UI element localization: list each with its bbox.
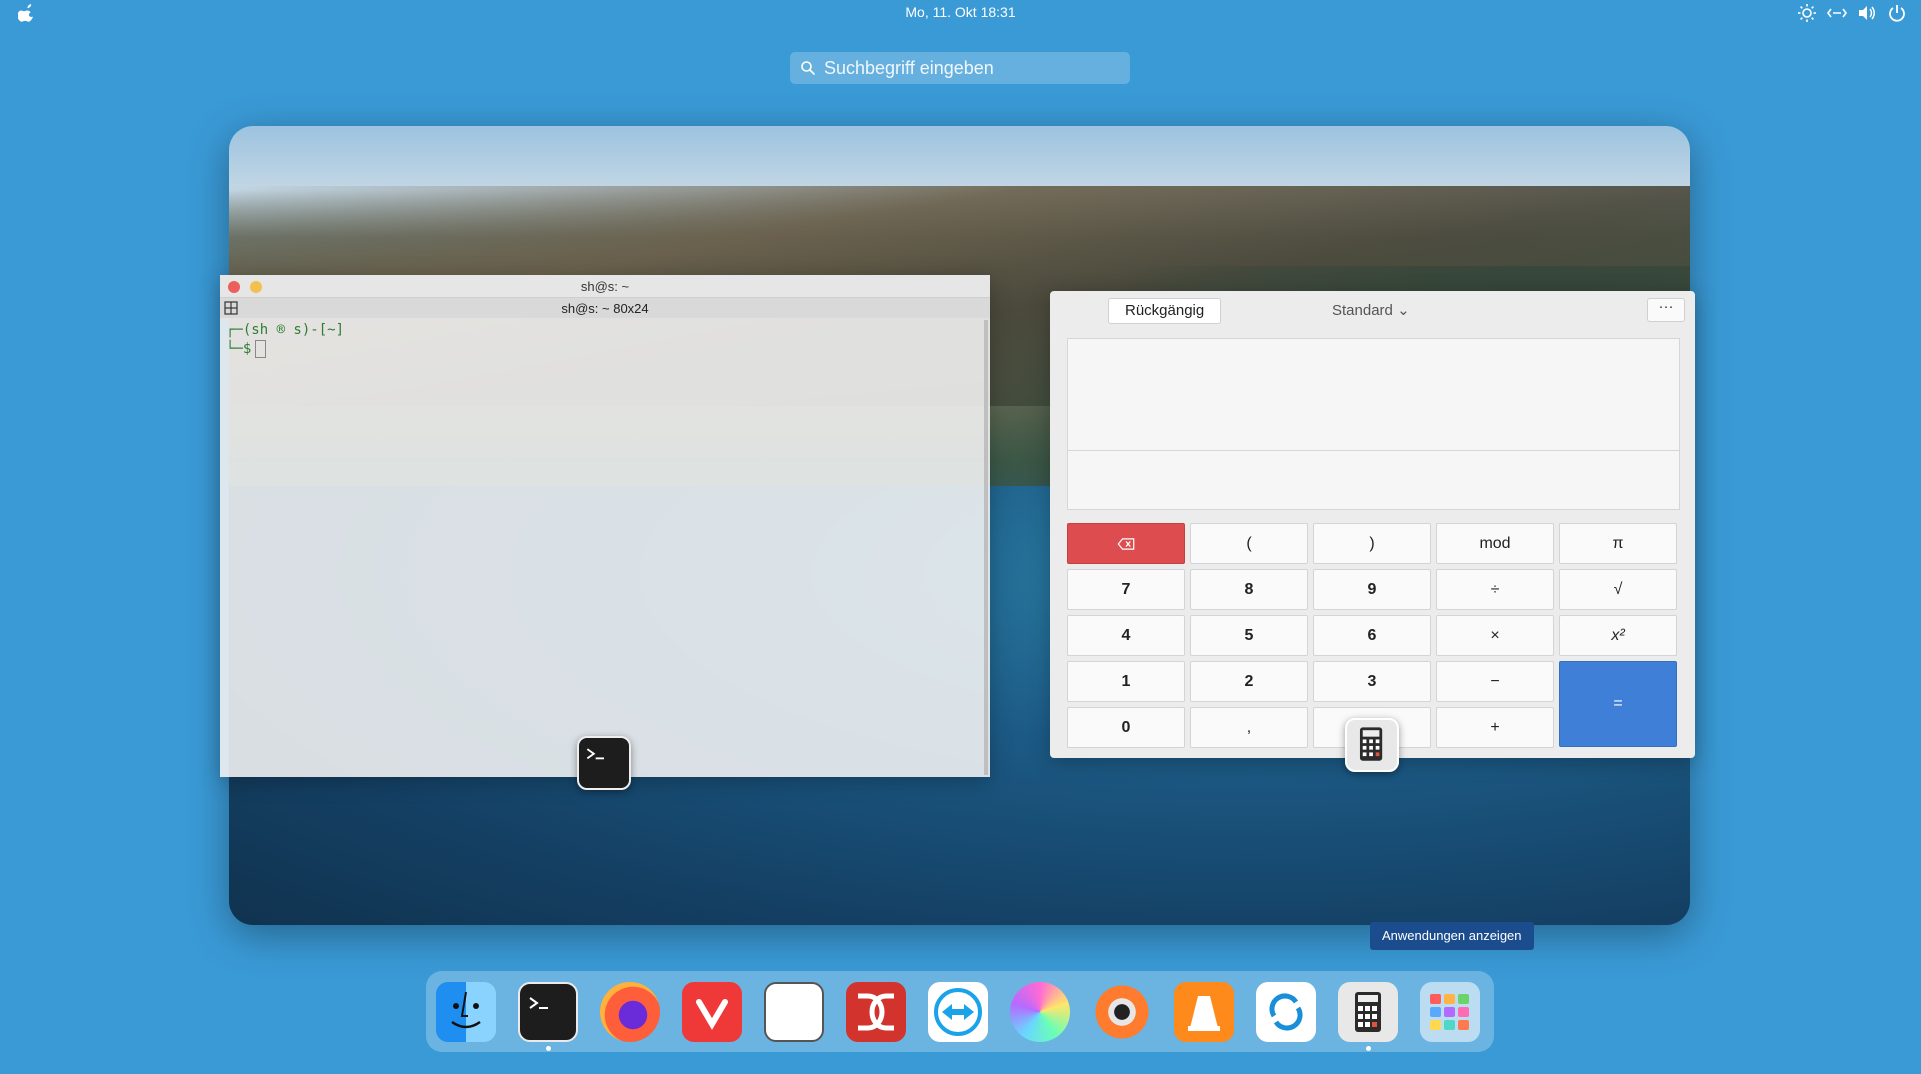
vlc-icon[interactable]: [1174, 982, 1234, 1042]
chevron-down-icon: ⌄: [1397, 302, 1410, 319]
color-picker-icon[interactable]: [1010, 982, 1070, 1042]
dock: [426, 971, 1494, 1052]
mode-selector[interactable]: Standard ⌄: [1332, 301, 1410, 319]
top-bar: Mo, 11. Okt 18:31: [0, 0, 1921, 26]
backspace-icon: [1117, 538, 1135, 550]
key-mod[interactable]: mod: [1436, 523, 1554, 564]
key-subtract[interactable]: −: [1436, 661, 1554, 702]
key-7[interactable]: 7: [1067, 569, 1185, 610]
terminal-icon[interactable]: [518, 982, 578, 1042]
key-sqrt[interactable]: √: [1559, 569, 1677, 610]
double-commander-icon[interactable]: [846, 982, 906, 1042]
calculator-window-badge-icon[interactable]: [1345, 718, 1399, 772]
prompt-line-2: └─$: [226, 340, 984, 358]
key-comma[interactable]: ,: [1190, 707, 1308, 748]
terminal-running-indicator: [546, 1046, 551, 1051]
terminal-window[interactable]: sh@s: ~ sh@s: ~ 80x24 ┌─(sh ® s)-[~] └─$: [220, 275, 990, 777]
xnview-icon[interactable]: [1092, 982, 1152, 1042]
terminal-title: sh@s: ~: [580, 279, 630, 294]
firefox-icon[interactable]: [600, 982, 660, 1042]
sync-icon[interactable]: [1256, 982, 1316, 1042]
teamviewer-icon[interactable]: [928, 982, 988, 1042]
system-tray: [1797, 3, 1907, 23]
finder-icon[interactable]: [436, 982, 496, 1042]
text-cursor: [255, 340, 267, 358]
search-icon: [801, 61, 816, 76]
key-2[interactable]: 2: [1190, 661, 1308, 702]
key-open-paren[interactable]: (: [1190, 523, 1308, 564]
calculator-running-indicator: [1366, 1046, 1371, 1051]
key-6[interactable]: 6: [1313, 615, 1431, 656]
key-9[interactable]: 9: [1313, 569, 1431, 610]
clock[interactable]: Mo, 11. Okt 18:31: [0, 4, 1921, 20]
text-editor-icon[interactable]: [764, 982, 824, 1042]
search-input[interactable]: Suchbegriff eingeben: [790, 52, 1130, 84]
tooltip: Anwendungen anzeigen: [1370, 922, 1534, 950]
calculator-icon[interactable]: [1338, 982, 1398, 1042]
menu-button[interactable]: ···: [1647, 298, 1685, 322]
key-1[interactable]: 1: [1067, 661, 1185, 702]
key-divide[interactable]: ÷: [1436, 569, 1554, 610]
key-multiply[interactable]: ×: [1436, 615, 1554, 656]
mode-label: Standard: [1332, 302, 1393, 319]
key-8[interactable]: 8: [1190, 569, 1308, 610]
terminal-window-badge-icon[interactable]: [577, 736, 631, 790]
key-3[interactable]: 3: [1313, 661, 1431, 702]
terminal-scrollbar[interactable]: [984, 320, 988, 775]
prompt-symbol: └─$: [226, 341, 252, 357]
power-icon[interactable]: [1887, 3, 1907, 23]
key-4[interactable]: 4: [1067, 615, 1185, 656]
vivaldi-icon[interactable]: [682, 982, 742, 1042]
key-add[interactable]: +: [1436, 707, 1554, 748]
calculator-header[interactable]: Rückgängig Standard ⌄ ···: [1050, 291, 1695, 327]
key-pi[interactable]: π: [1559, 523, 1677, 564]
calculator-display: [1067, 338, 1680, 510]
volume-icon[interactable]: [1857, 3, 1877, 23]
terminal-tab-title: sh@s: ~ 80x24: [561, 301, 649, 316]
key-0[interactable]: 0: [1067, 707, 1185, 748]
calculator-window[interactable]: Rückgängig Standard ⌄ ··· ( ) mod π 7 8 …: [1050, 291, 1695, 758]
terminal-titlebar[interactable]: sh@s: ~: [220, 275, 990, 297]
prompt-line-1: ┌─(sh ® s)-[~]: [226, 322, 345, 338]
app-launcher-icon[interactable]: [1420, 982, 1480, 1042]
key-5[interactable]: 5: [1190, 615, 1308, 656]
network-icon[interactable]: [1827, 3, 1847, 23]
backspace-button[interactable]: [1067, 523, 1185, 564]
key-equals[interactable]: =: [1559, 661, 1677, 747]
key-square[interactable]: x²: [1559, 615, 1677, 656]
brightness-icon[interactable]: [1797, 3, 1817, 23]
display-divider: [1068, 450, 1679, 451]
terminal-tab[interactable]: sh@s: ~ 80x24: [220, 297, 990, 318]
undo-button[interactable]: Rückgängig: [1108, 298, 1222, 324]
key-close-paren[interactable]: ): [1313, 523, 1431, 564]
search-placeholder: Suchbegriff eingeben: [824, 57, 994, 78]
terminal-content[interactable]: ┌─(sh ® s)-[~] └─$: [220, 318, 990, 777]
